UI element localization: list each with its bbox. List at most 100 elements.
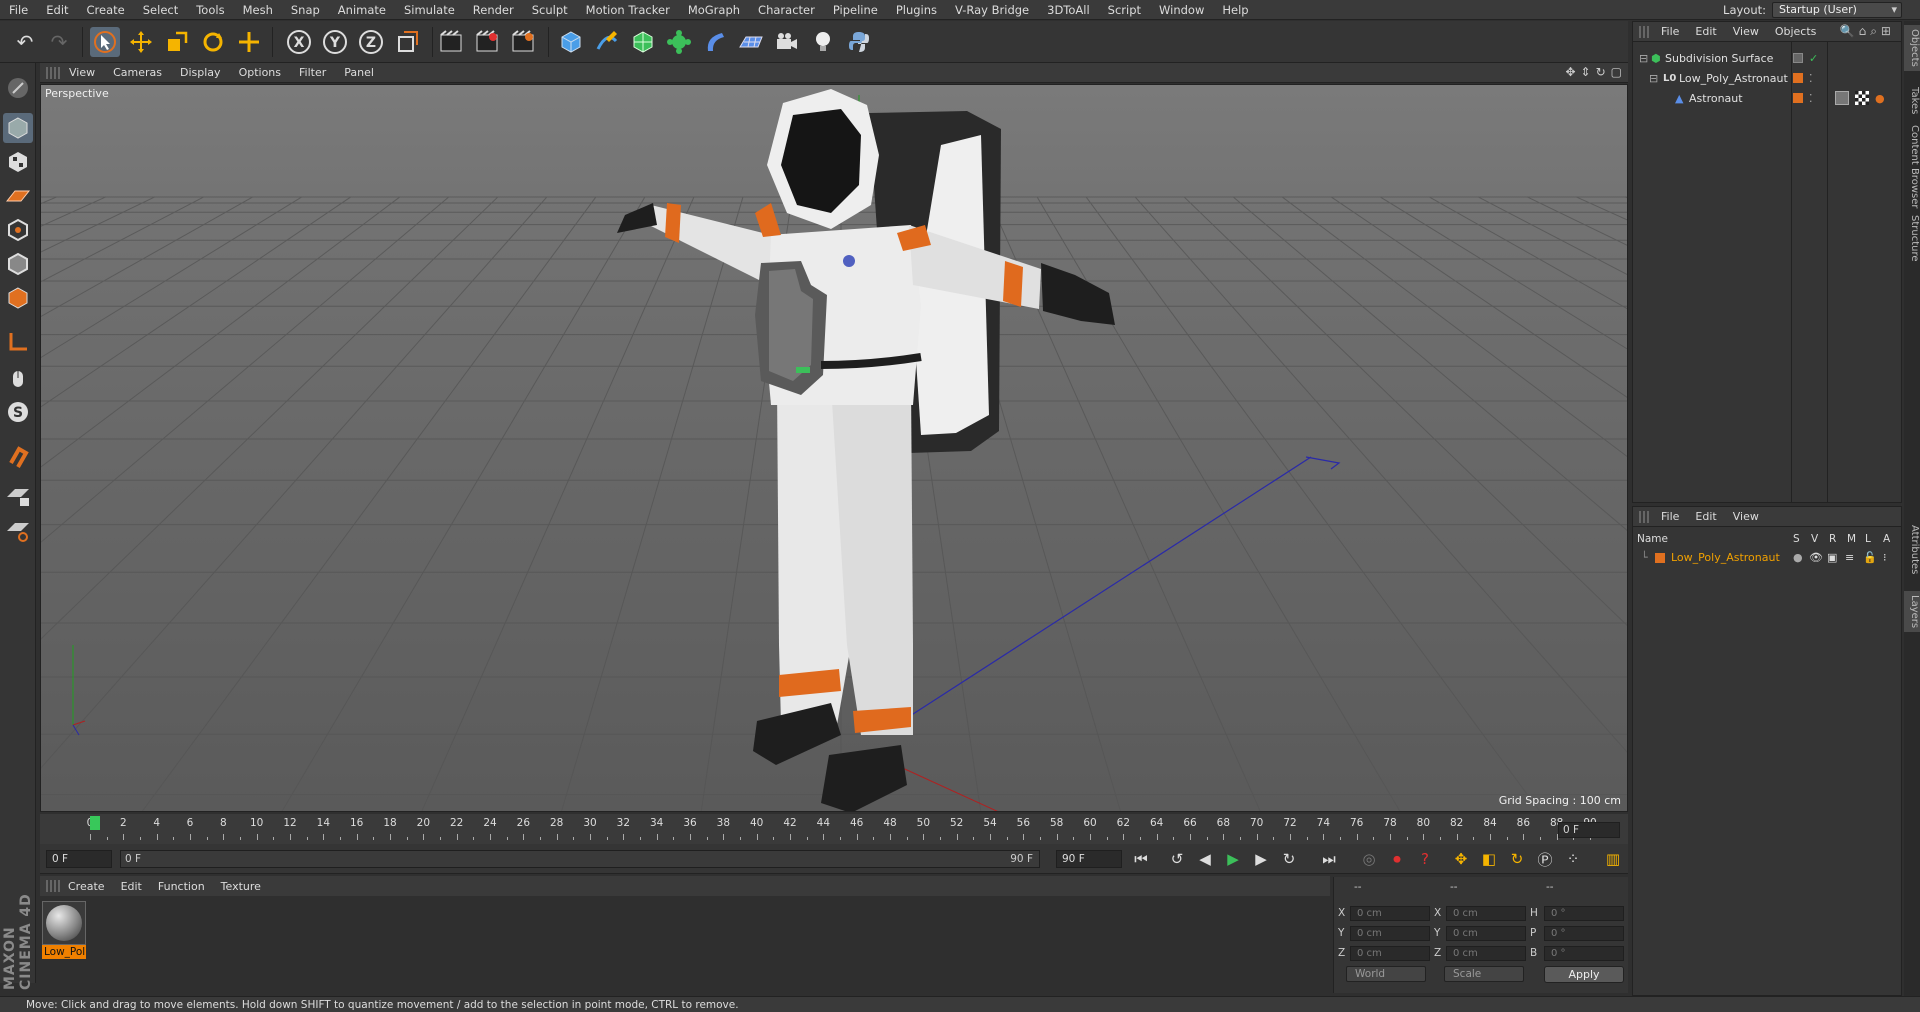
previous-key-icon[interactable]: ↺ [1166, 848, 1188, 870]
coordinate-mode-dropdown[interactable]: Scale [1444, 966, 1524, 982]
layer-menu-edit[interactable]: Edit [1687, 510, 1724, 523]
panel-grip-icon[interactable] [46, 66, 60, 79]
material-swatch[interactable] [42, 901, 86, 945]
rot-h-field[interactable]: 0 ° [1544, 906, 1624, 921]
pos-x-field[interactable]: 0 cm [1350, 906, 1430, 921]
tree-item-subdivision-surface[interactable]: ⊟ ⬢ Subdivision Surface ✓ [1633, 50, 1901, 68]
undo-icon[interactable]: ↶ [10, 27, 40, 57]
view-toggle-icon[interactable]: 👁 [1809, 549, 1823, 567]
tab-layers[interactable]: Layers [1904, 591, 1920, 633]
material-menu-texture[interactable]: Texture [213, 880, 269, 893]
menu-character[interactable]: Character [749, 0, 824, 20]
menu-vray-bridge[interactable]: V-Ray Bridge [946, 0, 1038, 20]
column-name[interactable]: Name [1637, 533, 1668, 545]
rot-p-field[interactable]: 0 ° [1544, 926, 1624, 941]
apply-button[interactable]: Apply [1544, 966, 1624, 983]
record-keys-icon[interactable]: ◎ [1358, 848, 1380, 870]
tab-content-browser[interactable]: Content Browser [1904, 121, 1920, 212]
tweak-mode-icon[interactable] [3, 363, 33, 393]
viewport-menu-options[interactable]: Options [230, 66, 290, 79]
size-x-field[interactable]: 0 cm [1446, 906, 1526, 921]
magnet-icon[interactable] [3, 443, 33, 473]
menu-select[interactable]: Select [134, 0, 187, 20]
workplane-mode-icon[interactable] [3, 181, 33, 211]
texture-mode-icon[interactable] [3, 147, 33, 177]
dolly-icon[interactable]: ⇕ [1581, 65, 1591, 79]
layer-color-icon[interactable] [1793, 93, 1803, 103]
menu-snap[interactable]: Snap [282, 0, 329, 20]
object-menu-view[interactable]: View [1725, 25, 1767, 38]
menu-window[interactable]: Window [1150, 0, 1213, 20]
frame-ruler[interactable]: 0246810121416182022242628303234363840424… [87, 814, 1597, 844]
tree-item-astronaut[interactable]: ▲ Astronaut ⁚ ● [1633, 90, 1901, 108]
deformer-bend-icon[interactable] [700, 27, 730, 57]
y-axis-lock-icon[interactable]: Y [320, 27, 350, 57]
texture-tag-icon[interactable] [1855, 91, 1869, 105]
go-to-end-icon[interactable]: ⏭ [1318, 848, 1340, 870]
layer-color-swatch[interactable] [1655, 553, 1665, 563]
end-frame-field[interactable]: 90 F [1056, 850, 1122, 868]
menu-create[interactable]: Create [78, 0, 134, 20]
subdivision-surface-icon[interactable] [628, 27, 658, 57]
previous-frame-icon[interactable]: ◀ [1194, 848, 1216, 870]
menu-mograph[interactable]: MoGraph [679, 0, 749, 20]
object-manager-tools[interactable]: 🔍⌂⌕⊞ [1840, 24, 1895, 39]
menu-3dtoall[interactable]: 3DToAll [1038, 0, 1099, 20]
object-menu-edit[interactable]: Edit [1687, 25, 1724, 38]
size-y-field[interactable]: 0 cm [1446, 926, 1526, 941]
material-tag-icon[interactable]: ● [1875, 90, 1885, 108]
camera-icon[interactable] [772, 27, 802, 57]
key-pla-icon[interactable]: ⁘ [1562, 848, 1584, 870]
lock-workplane-icon[interactable] [3, 481, 33, 511]
viewport-menu-filter[interactable]: Filter [290, 66, 335, 79]
planar-workplane-icon[interactable] [3, 515, 33, 545]
coordinate-system-icon[interactable] [392, 27, 422, 57]
tab-structure[interactable]: Structure [1904, 211, 1920, 266]
polygon-mode-icon[interactable] [3, 283, 33, 313]
pan-icon[interactable]: ✥ [1565, 65, 1575, 79]
material-name[interactable]: Low_Pol [42, 945, 86, 959]
start-frame-field[interactable]: 0 F [46, 850, 112, 868]
timeline-window-icon[interactable]: ▥ [1602, 848, 1624, 870]
collapse-icon[interactable]: ⊟ [1649, 70, 1658, 88]
column-animation[interactable]: A [1883, 533, 1890, 545]
go-to-start-icon[interactable]: ⏮ [1130, 848, 1152, 870]
menu-help[interactable]: Help [1213, 0, 1257, 20]
render-toggle-icon[interactable]: ▣ [1827, 549, 1837, 567]
menu-sculpt[interactable]: Sculpt [523, 0, 577, 20]
solo-toggle-icon[interactable]: ● [1793, 549, 1803, 567]
range-slider[interactable]: 0 F 90 F [120, 850, 1040, 868]
editor-visibility-icon[interactable] [1793, 53, 1803, 63]
current-frame-field[interactable]: 0 F [1558, 822, 1620, 838]
column-solo[interactable]: S [1793, 533, 1800, 545]
cube-primitive-icon[interactable] [556, 27, 586, 57]
menu-script[interactable]: Script [1099, 0, 1150, 20]
layer-row-low-poly-astronaut[interactable]: └ Low_Poly_Astronaut ● 👁 ▣ ≡ 🔓 ⁝ [1633, 549, 1901, 567]
object-menu-file[interactable]: File [1653, 25, 1687, 38]
python-script-icon[interactable] [844, 27, 874, 57]
menu-tools[interactable]: Tools [187, 0, 233, 20]
collapse-icon[interactable]: ⊟ [1639, 50, 1648, 68]
pos-z-field[interactable]: 0 cm [1350, 946, 1430, 961]
viewport-menu-display[interactable]: Display [171, 66, 230, 79]
rotate-tool-icon[interactable] [198, 27, 228, 57]
material-menu-create[interactable]: Create [60, 880, 113, 893]
mograph-cloner-icon[interactable] [664, 27, 694, 57]
scale-tool-icon[interactable] [162, 27, 192, 57]
menu-render[interactable]: Render [464, 0, 523, 20]
object-menu-objects[interactable]: Objects [1767, 25, 1825, 38]
column-render[interactable]: R [1829, 533, 1836, 545]
point-mode-icon[interactable] [3, 215, 33, 245]
current-frame-cursor[interactable] [90, 816, 100, 830]
menu-simulate[interactable]: Simulate [395, 0, 464, 20]
light-bulb-icon[interactable] [808, 27, 838, 57]
panel-grip-icon[interactable] [46, 880, 60, 892]
menu-animate[interactable]: Animate [329, 0, 395, 20]
select-arrow-icon[interactable] [90, 27, 120, 57]
model-mode-icon[interactable] [3, 113, 33, 143]
key-position-icon[interactable]: ✥ [1450, 848, 1472, 870]
snap-toggle-icon[interactable]: S [3, 397, 33, 427]
layer-menu-view[interactable]: View [1725, 510, 1767, 523]
size-z-field[interactable]: 0 cm [1446, 946, 1526, 961]
menu-edit[interactable]: Edit [37, 0, 77, 20]
